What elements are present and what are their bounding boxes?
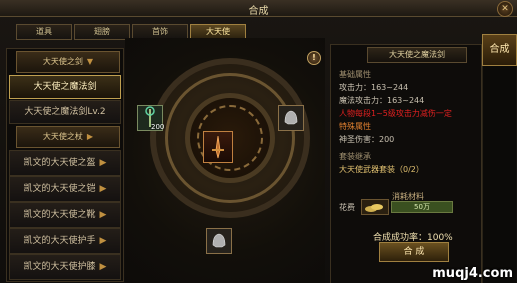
- cost-value: 50万: [391, 201, 453, 213]
- list-item-label: 凯文的大天使之盔: [23, 158, 96, 168]
- category-label: 大天使之剑: [42, 57, 83, 66]
- material-count: 200: [151, 123, 165, 131]
- chevron-right-icon: ▶: [99, 158, 107, 168]
- special-attributes-header: 特殊属性: [339, 122, 371, 131]
- list-item-boots[interactable]: 凯文的大天使之靴 ▶: [9, 202, 121, 228]
- special-effect-text: 人物每段1~5级攻击力减伤一定: [339, 109, 452, 118]
- chevron-right-icon: ▶: [99, 210, 107, 220]
- material-slot-bottom[interactable]: [206, 228, 232, 254]
- chevron-right-icon: ▶: [99, 184, 107, 194]
- list-item-label: 凯文的大天使之靴: [23, 210, 96, 220]
- helmet-icon: [284, 110, 298, 125]
- category-archangel-sword[interactable]: 大天使之剑 ▼: [16, 51, 120, 73]
- list-item-label: 凯文的大天使护膝: [23, 262, 96, 272]
- compose-button[interactable]: 合 成: [379, 242, 449, 262]
- set-inherit-header: 套装继承: [339, 152, 371, 161]
- item-detail-panel: 大天使之魔法剑 基础属性 攻击力：163~244 魔法攻击力：163~244 人…: [330, 44, 482, 283]
- side-tab-synthesis[interactable]: 合成: [482, 34, 517, 66]
- info-icon[interactable]: !: [307, 51, 321, 65]
- list-item-label: 大天使之魔法剑Lv.2: [24, 107, 106, 117]
- tab-wings[interactable]: 翅膀: [74, 24, 130, 40]
- coin-icon: [361, 199, 389, 215]
- material-slot-right[interactable]: [278, 105, 304, 131]
- chevron-down-icon: ▼: [86, 57, 94, 66]
- helmet-icon: [212, 233, 226, 248]
- chevron-right-icon: ▶: [99, 262, 107, 272]
- magic-attack-stat: 魔法攻击力：163~244: [339, 96, 425, 105]
- tab-props[interactable]: 道具: [16, 24, 72, 40]
- holy-damage-stat: 神圣伤害：200: [339, 135, 395, 144]
- base-attributes-header: 基础属性: [339, 70, 371, 79]
- recipe-list: 大天使之剑 ▼ 大天使之魔法剑 大天使之魔法剑Lv.2 大天使之杖 ▶ 凯文的大天使…: [6, 48, 124, 282]
- sword-icon: [212, 135, 224, 159]
- list-item-label: 凯文的大天使之铠: [23, 184, 96, 194]
- category-label: 大天使之杖: [42, 132, 83, 141]
- list-item-label: 大天使之魔法剑: [33, 82, 97, 92]
- list-item-label: 凯文的大天使护手: [23, 236, 96, 246]
- list-item-archangel-magic-sword-lv2[interactable]: 大天使之魔法剑Lv.2: [9, 100, 121, 124]
- synthesis-circle-panel: 200: [125, 38, 325, 283]
- set-value: 大天使武器套装（0/2）: [339, 165, 424, 174]
- title-bar: 合成 ✕: [0, 0, 517, 17]
- window-title: 合成: [248, 6, 269, 17]
- cost-label: 花费: [339, 203, 355, 212]
- detail-title: 大天使之魔法剑: [367, 47, 467, 63]
- list-item-gloves[interactable]: 凯文的大天使护手 ▶: [9, 228, 121, 254]
- list-item-armor[interactable]: 凯文的大天使之铠 ▶: [9, 176, 121, 202]
- watermark: muqj4.com: [432, 266, 513, 281]
- close-button[interactable]: ✕: [497, 1, 513, 17]
- list-item-archangel-magic-sword[interactable]: 大天使之魔法剑: [9, 75, 121, 99]
- chevron-right-icon: ▶: [86, 132, 94, 141]
- chevron-right-icon: ▶: [99, 236, 107, 246]
- list-item-pants[interactable]: 凯文的大天使护膝 ▶: [9, 254, 121, 280]
- list-item-helm[interactable]: 凯文的大天使之盔 ▶: [9, 150, 121, 176]
- category-tabs: 道具 翅膀 首饰 大天使: [16, 24, 246, 40]
- category-archangel-staff[interactable]: 大天使之杖 ▶: [16, 126, 120, 148]
- attack-stat: 攻击力：163~244: [339, 83, 409, 92]
- result-item-slot[interactable]: [203, 131, 233, 163]
- right-rail: [482, 66, 516, 283]
- synthesis-window: 合成 ✕ 道具 翅膀 首饰 大天使 大天使之剑 ▼ 大天使之魔法剑 大天使之魔法剑…: [0, 0, 517, 283]
